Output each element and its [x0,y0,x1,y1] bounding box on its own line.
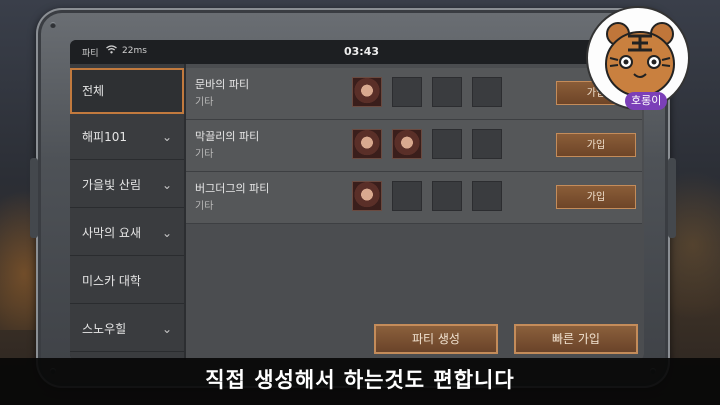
chevron-down-icon: ⌄ [161,226,172,240]
empty-member-slot [432,181,462,211]
frame-notch-left [30,158,38,238]
sidebar-item-snowhill[interactable]: 스노우힐 ⌄ [70,306,184,352]
party-row: 버그더그의 파티 기타 가입 [186,172,642,224]
party-screen: 파티 22ms 03:43 전체 해피101 ⌄ 가을빛 산림 ⌄ 사막의 요새… [70,40,644,360]
sidebar-item-desert-fortress[interactable]: 사막의 요새 ⌄ [70,210,184,256]
subtitle-caption: 직접 생성해서 하는것도 편합니다 [205,368,515,392]
empty-member-slot [472,129,502,159]
party-type: 기타 [195,201,214,212]
party-name: 버그더그의 파티 [195,182,270,195]
empty-member-slot [432,77,462,107]
empty-member-slot [392,181,422,211]
sidebar-item-all[interactable]: 전체 [70,68,184,114]
member-portrait[interactable] [352,181,382,211]
party-type: 기타 [195,149,214,160]
sidebar-item-happy101[interactable]: 해피101 ⌄ [70,114,184,160]
badge-label: 호롱이 [625,92,668,110]
party-type: 기타 [195,97,214,108]
empty-member-slot [432,129,462,159]
frame-notch-right [668,158,676,238]
empty-member-slot [392,77,422,107]
chevron-down-icon: ⌄ [161,130,172,144]
member-portrait[interactable] [352,129,382,159]
join-button[interactable]: 가입 [556,133,636,157]
status-ping: 22ms [122,46,147,56]
party-name: 막끌리의 파티 [195,130,260,143]
quick-join-button[interactable]: 빠른 가입 [514,324,638,354]
member-portrait[interactable] [392,129,422,159]
status-bar: 파티 22ms 03:43 [70,40,644,64]
member-portrait[interactable] [352,77,382,107]
empty-member-slot [472,181,502,211]
sidebar: 전체 해피101 ⌄ 가을빛 산림 ⌄ 사막의 요새 ⌄ 미스카 대학 스노우힐… [70,64,184,360]
rivet [50,22,56,28]
party-list: 문바의 파티 기타 가입 막끌리의 파티 기타 가입 버그더그의 파티 기타 가… [186,64,644,360]
sidebar-item-label: 가을빛 산림 [82,178,142,192]
sidebar-item-label: 전체 [82,84,105,98]
empty-member-slot [472,77,502,107]
sidebar-item-label: 사막의 요새 [82,226,142,240]
status-time: 03:43 [344,45,380,58]
wifi-icon [106,45,117,57]
sidebar-item-autumn-forest[interactable]: 가을빛 산림 ⌄ [70,162,184,208]
sidebar-item-label: 스노우힐 [82,322,127,336]
create-party-button[interactable]: 파티 생성 [374,324,498,354]
chevron-down-icon: ⌄ [161,178,172,192]
party-row: 막끌리의 파티 기타 가입 [186,120,642,172]
status-carrier: 파티 [82,49,99,59]
sidebar-item-miska-university[interactable]: 미스카 대학 [70,258,184,304]
sidebar-item-label: 해피101 [82,130,127,144]
party-row: 문바의 파티 기타 가입 [186,68,642,120]
sidebar-item-label: 미스카 대학 [82,274,142,288]
join-button[interactable]: 가입 [556,185,636,209]
party-name: 문바의 파티 [195,78,250,91]
chevron-down-icon: ⌄ [161,322,172,336]
